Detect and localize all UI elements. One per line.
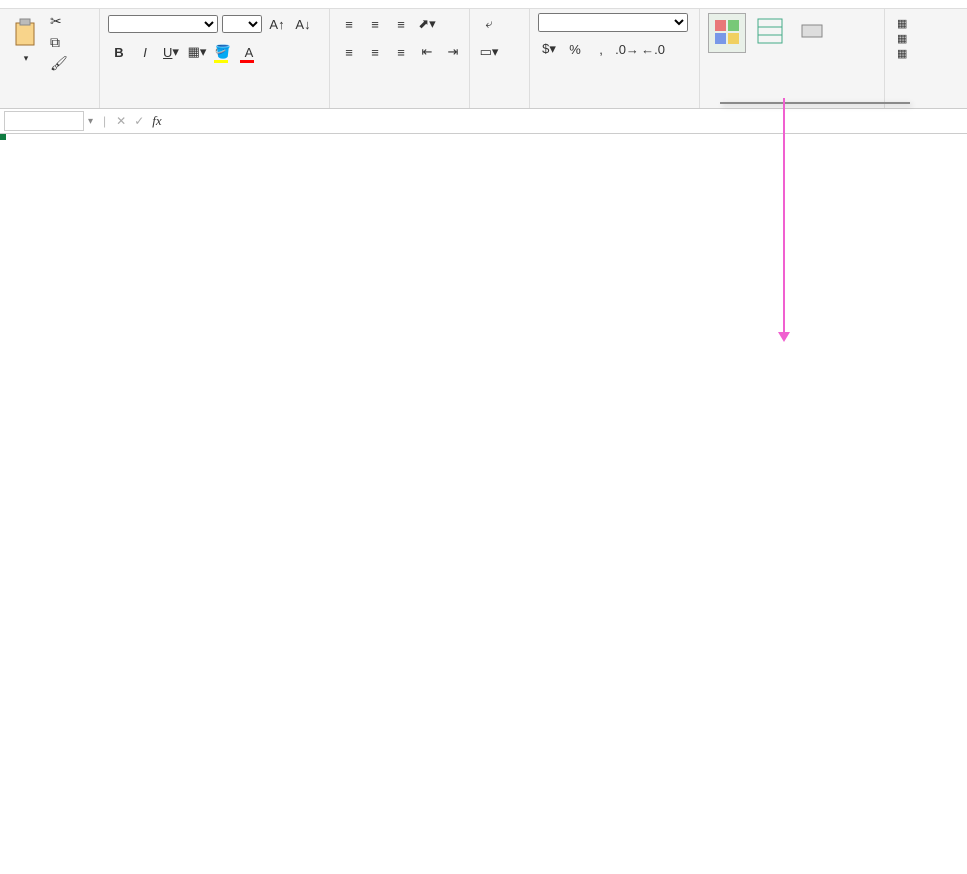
conditional-formatting-button[interactable] xyxy=(708,13,746,53)
decrease-font-icon[interactable]: A↓ xyxy=(292,13,314,35)
annotation-arrow-head xyxy=(778,332,790,342)
align-top-icon[interactable]: ≡ xyxy=(338,13,360,35)
paste-button[interactable]: ▾ xyxy=(8,13,44,68)
merge-icon[interactable]: ▭▾ xyxy=(478,41,500,63)
insert-icon: ▦ xyxy=(897,17,907,30)
annotation-arrow xyxy=(783,98,785,336)
ribbon-tabs xyxy=(0,0,967,9)
inc-decimal-icon[interactable]: .0→ xyxy=(616,38,638,60)
format-icon: ▦ xyxy=(897,47,907,60)
ribbon: ▾ ✂ ⧉ 🖌 A↑ A↓ B I U▾ ▦▾ 🪣 A xyxy=(0,9,967,109)
format-painter-icon[interactable]: 🖌 xyxy=(50,55,68,72)
wrap-text-icon[interactable]: ⤶ xyxy=(478,13,500,35)
paste-icon xyxy=(12,17,40,49)
group-cells: ▦ ▦ ▦ xyxy=(885,9,955,108)
group-font: A↑ A↓ B I U▾ ▦▾ 🪣 A xyxy=(100,9,330,108)
group-clipboard: ▾ ✂ ⧉ 🖌 xyxy=(0,9,100,108)
group-styles xyxy=(700,9,885,108)
copy-icon[interactable]: ⧉ xyxy=(50,34,68,51)
italic-button[interactable]: I xyxy=(134,41,156,63)
format-cells-button[interactable]: ▦ xyxy=(897,47,943,60)
bold-button[interactable]: B xyxy=(108,41,130,63)
indent-dec-icon[interactable]: ⇤ xyxy=(416,41,438,63)
align-mid-icon[interactable]: ≡ xyxy=(364,13,386,35)
increase-font-icon[interactable]: A↑ xyxy=(266,13,288,35)
indent-inc-icon[interactable]: ⇥ xyxy=(442,41,464,63)
formula-input[interactable] xyxy=(166,112,963,131)
fx-icon[interactable]: fx xyxy=(152,113,161,129)
border-button[interactable]: ▦▾ xyxy=(186,41,208,63)
orientation-icon[interactable]: ⬈▾ xyxy=(416,13,438,35)
cut-icon[interactable]: ✂ xyxy=(50,13,68,30)
cell-styles-button[interactable] xyxy=(794,13,830,51)
align-bot-icon[interactable]: ≡ xyxy=(390,13,412,35)
conditional-formatting-menu xyxy=(720,102,910,104)
align-center-icon[interactable]: ≡ xyxy=(364,41,386,63)
fill-color-button[interactable]: 🪣 xyxy=(212,41,234,63)
cell-styles-icon xyxy=(798,17,826,45)
cancel-icon[interactable]: ✕ xyxy=(116,114,126,128)
insert-cells-button[interactable]: ▦ xyxy=(897,17,943,30)
align-left-icon[interactable]: ≡ xyxy=(338,41,360,63)
group-number: $▾ % , .0→ ←.0 xyxy=(530,9,700,108)
number-format-select[interactable] xyxy=(538,13,688,32)
delete-cells-button[interactable]: ▦ xyxy=(897,32,943,45)
font-color-button[interactable]: A xyxy=(238,41,260,63)
formula-bar: ▾ | ✕ ✓ fx xyxy=(0,109,967,134)
underline-button[interactable]: U▾ xyxy=(160,41,182,63)
table-icon xyxy=(756,17,784,45)
enter-icon[interactable]: ✓ xyxy=(134,114,144,128)
format-as-table-button[interactable] xyxy=(752,13,788,51)
comma-icon[interactable]: , xyxy=(590,38,612,60)
font-size-select[interactable] xyxy=(222,15,262,33)
font-name-select[interactable] xyxy=(108,15,218,33)
group-alignment: ≡ ≡ ≡ ⬈▾ ≡ ≡ ≡ ⇤ ⇥ xyxy=(330,9,470,108)
group-merge: ⤶ ▭▾ xyxy=(470,9,530,108)
name-box[interactable] xyxy=(4,111,84,131)
delete-icon: ▦ xyxy=(897,32,907,45)
cf-icon xyxy=(713,18,741,46)
group-label xyxy=(8,104,91,106)
align-right-icon[interactable]: ≡ xyxy=(390,41,412,63)
currency-icon[interactable]: $▾ xyxy=(538,38,560,60)
percent-icon[interactable]: % xyxy=(564,38,586,60)
dec-decimal-icon[interactable]: ←.0 xyxy=(642,38,664,60)
